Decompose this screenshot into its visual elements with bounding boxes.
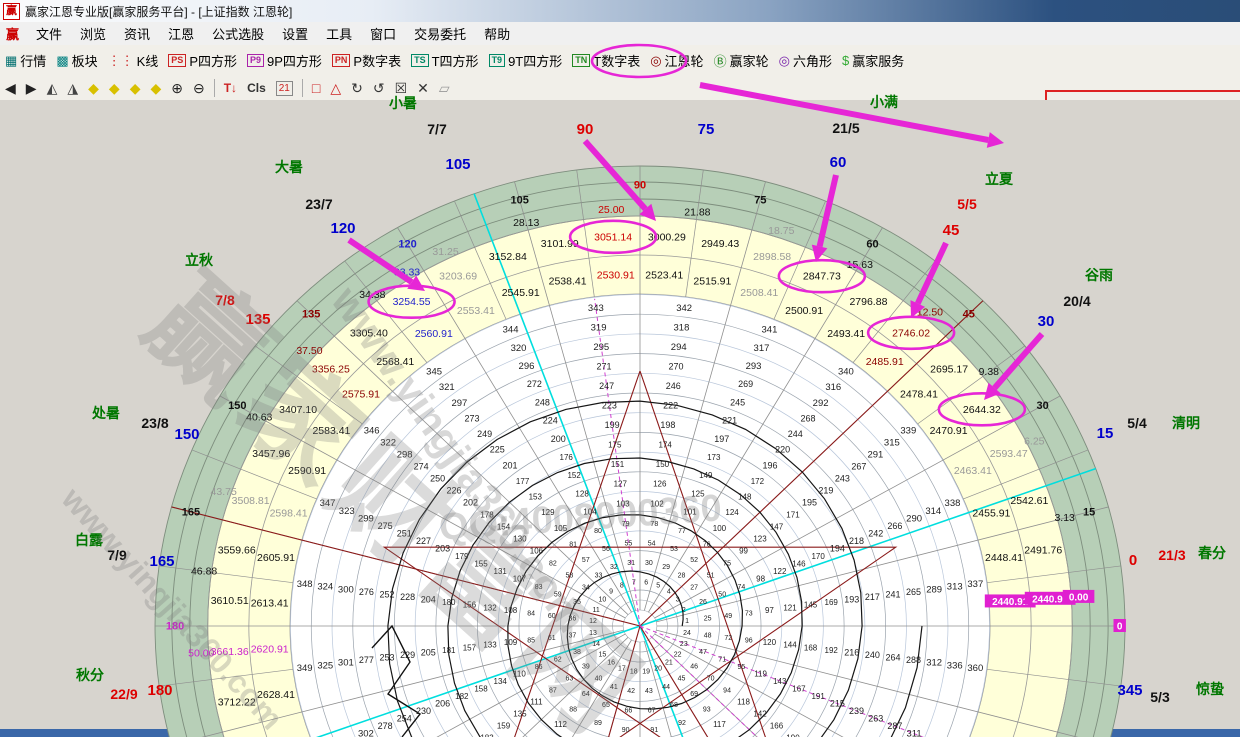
9t-square-label: 9T四方形 [508,51,562,70]
menu-item-7[interactable]: 窗口 [361,24,405,43]
9p-square-icon: P9 [247,54,264,67]
horizontal-scrollbar[interactable] [0,729,1240,737]
sectors-label: 板块 [72,51,98,70]
toolbar-button-p-square[interactable]: PSP四方形 [168,51,237,70]
square-tool-icon[interactable]: □ [312,80,320,96]
brand-icon: 赢 [6,24,19,43]
winner-service-label: 赢家服务 [852,51,904,70]
gann-wheel-label: 江恩轮 [665,51,704,70]
diamond-down-icon[interactable]: ◆ [150,80,161,97]
candles-icon: ⋮⋮ [108,53,134,69]
toolbar-button-winner-wheel[interactable]: Ⓑ赢家轮 [714,51,769,70]
menu-item-9[interactable]: 帮助 [475,24,519,43]
title-bar: 赢 赢家江恩专业版[赢家服务平台] - [上证指数 江恩轮] [0,0,1240,22]
panel-title: 上证指数 [2,104,158,126]
toolbar-button-9p-square[interactable]: P99P四方形 [247,51,322,70]
scale-tool-icon[interactable]: ✕ [417,80,429,97]
toolbar-button-sectors[interactable]: ▩板块 [56,51,97,70]
scroll-left-icon[interactable]: ◀ [5,80,16,97]
toolbar-button-t-square[interactable]: TST四方形 [411,51,478,70]
panel-row-1: 时间=20190104 [2,148,158,170]
main-toolbar: ▦行情 ▩板块 ⋮⋮K线 PSP四方形 P99P四方形 PNP数字表 TST四方形 T99T四… [0,45,1240,77]
flag-up-icon[interactable]: ◭ [47,80,58,97]
calc-support-button[interactable]: 计算支撑 [80,214,158,236]
annotation-line-3: 45度2746点 [1059,179,1240,204]
scroll-right-icon[interactable]: ▶ [26,80,37,97]
dollar-icon: $ [842,53,849,68]
annotation-line-6: 120度3254点 [1059,254,1240,279]
zoom-in-icon[interactable]: ⊕ [171,80,183,97]
wheel-icon: ◎ [650,53,661,69]
screen-tool-icon[interactable]: ▱ [439,80,450,97]
winner-wheel-label: 赢家轮 [730,51,769,70]
9p-square-label: 9P四方形 [267,51,322,70]
diamond-left-icon[interactable]: ◆ [88,80,99,97]
annotation-box: 2019年江恩轮中轮重要点位测算30度2644点45度2746点60度2847点… [1045,90,1240,287]
toolbar-separator [302,79,303,97]
quotes-label: 行情 [20,51,46,70]
menu-item-8[interactable]: 交易委托 [405,24,475,43]
cls-button[interactable]: Cls [247,81,266,95]
toolbar-button-9t-square[interactable]: T99T四方形 [489,51,563,70]
annotation-line-5: 90度3051点 [1059,229,1240,254]
kline-label: K线 [137,51,159,70]
t-number-table-icon: TN [572,54,590,67]
toolbar-button-hexagon[interactable]: ◎六角形 [779,51,832,70]
calc-resistance-button[interactable]: 计算阻力 [2,214,80,236]
annotation-line-4: 60度2847点 [1059,204,1240,229]
panel-row-0: 价格=2440.9099 [2,126,158,148]
annotation-line-2: 30度2644点 [1059,154,1240,179]
menu-item-4[interactable]: 公式选股 [203,24,273,43]
rotate-cw-icon[interactable]: ↻ [351,80,363,97]
toolbar-separator [214,79,215,97]
t-number-table-label: T数字表 [593,51,640,70]
toolbar-button-gann-wheel[interactable]: ◎江恩轮 [650,51,703,70]
menu-item-3[interactable]: 江恩 [159,24,203,43]
zoom-out-icon[interactable]: ⊖ [193,80,205,97]
panel-row-2: 变换系数=1.00000 [2,170,158,192]
hex-icon: ◎ [779,53,790,69]
flag-down-icon[interactable]: ◮ [67,80,78,97]
menu-item-5[interactable]: 设置 [273,24,317,43]
diamond-up-icon[interactable]: ◆ [130,80,141,97]
toolbar-button-t-number-table[interactable]: TNT数字表 [572,51,640,70]
triangle-tool-icon[interactable]: △ [330,80,341,97]
toolbar-button-winner-service[interactable]: $赢家服务 [842,51,904,70]
toolbar-button-kline[interactable]: ⋮⋮K线 [108,51,159,70]
annotation-line-1: 重要点位测算 [1059,129,1240,154]
panel-row-3: 周天变化步长=1 [2,192,158,214]
t-down-icon[interactable]: T↓ [224,81,237,95]
annotation-line-0: 2019年江恩轮中轮 [1059,104,1240,129]
hexagon-label: 六角形 [793,51,832,70]
p-square-icon: PS [168,54,186,67]
diamond-right-icon[interactable]: ◆ [109,80,120,97]
window-title: 赢家江恩专业版[赢家服务平台] - [上证指数 江恩轮] [25,3,292,20]
t-square-icon: TS [411,54,429,67]
p-number-table-icon: PN [332,54,351,67]
rotate-ccw-icon[interactable]: ↺ [373,80,385,97]
menu-bar: 赢 文件浏览资讯江恩公式选股设置工具窗口交易委托帮助 [0,22,1240,46]
menu-item-0[interactable]: 文件 [27,24,71,43]
p-square-label: P四方形 [189,51,237,70]
9t-square-icon: T9 [489,54,506,67]
menu-item-1[interactable]: 浏览 [71,24,115,43]
t-square-label: T四方形 [432,51,479,70]
calendar-icon[interactable]: 21 [276,81,293,96]
big-icon: Ⓑ [714,51,727,70]
toolbar-button-quotes[interactable]: ▦行情 [5,51,46,70]
delete-box-icon[interactable]: ☒ [395,80,408,97]
grid-icon: ▦ [5,53,17,69]
app-logo-icon: 赢 [3,3,20,20]
blocks-icon: ▩ [56,53,68,69]
toolbar-button-p-number-table[interactable]: PNP数字表 [332,51,401,70]
p-number-table-label: P数字表 [353,51,401,70]
menu-item-2[interactable]: 资讯 [115,24,159,43]
calc-panel: 上证指数 价格=2440.9099时间=20190104变换系数=1.00000… [1,103,159,237]
menu-item-6[interactable]: 工具 [317,24,361,43]
